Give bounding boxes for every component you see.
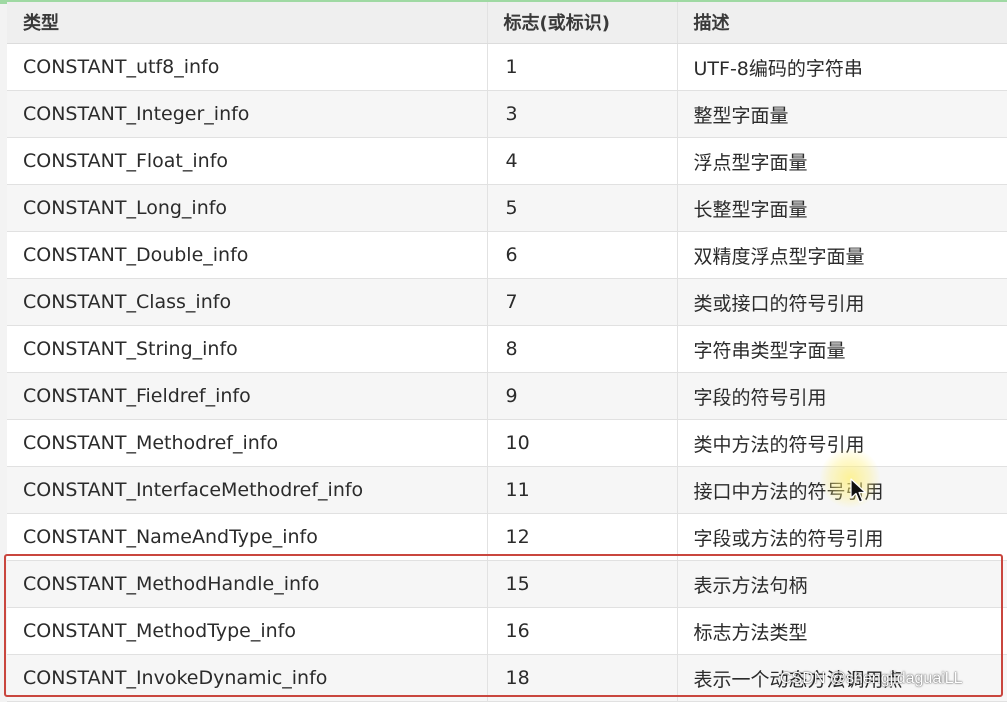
cell-type: CONSTANT_Double_info <box>7 231 488 279</box>
table-row: CONSTANT_Integer_info 3 整型字面量 <box>7 90 1007 138</box>
cell-type: CONSTANT_Long_info <box>7 184 488 232</box>
cell-tag: 10 <box>487 419 678 467</box>
table-row: CONSTANT_Fieldref_info 9 字段的符号引用 <box>7 372 1007 420</box>
table-row: CONSTANT_NameAndType_info 12 字段或方法的符号引用 <box>7 513 1007 561</box>
table-row: CONSTANT_String_info 8 字符串类型字面量 <box>7 325 1007 373</box>
cell-tag: 6 <box>487 231 678 279</box>
cell-tag: 3 <box>487 90 678 138</box>
cell-type: CONSTANT_utf8_info <box>7 43 488 91</box>
table-row: CONSTANT_Float_info 4 浮点型字面量 <box>7 137 1007 185</box>
table-row: CONSTANT_MethodHandle_info 15 表示方法句柄 <box>7 560 1007 608</box>
table-row: CONSTANT_Class_info 7 类或接口的符号引用 <box>7 278 1007 326</box>
cell-description: 长整型字面量 <box>677 184 1007 232</box>
cell-tag: 1 <box>487 43 678 91</box>
header-row: 类型 标志(或标识) 描述 <box>7 2 1007 44</box>
cell-type: CONSTANT_NameAndType_info <box>7 513 488 561</box>
table-row: CONSTANT_MethodType_info 16 标志方法类型 <box>7 607 1007 655</box>
constant-pool-table-container: 类型 标志(或标识) 描述 CONSTANT_utf8_info 1 UTF-8编码… <box>7 2 1007 702</box>
table-body: CONSTANT_utf8_info 1 UTF-8编码的字符串 CONSTANT_I… <box>7 43 1007 702</box>
cell-description: 整型字面量 <box>677 90 1007 138</box>
cell-type: CONSTANT_String_info <box>7 325 488 373</box>
watermark: CSDN @shengjidaguaiLL <box>780 670 963 687</box>
cell-type: CONSTANT_Integer_info <box>7 90 488 138</box>
cell-type: CONSTANT_MethodHandle_info <box>7 560 488 608</box>
cell-description: 标志方法类型 <box>677 607 1007 655</box>
table-row: CONSTANT_Double_info 6 双精度浮点型字面量 <box>7 231 1007 279</box>
cell-type: CONSTANT_InterfaceMethodref_info <box>7 466 488 514</box>
header-description: 描述 <box>677 2 1007 44</box>
cell-type: CONSTANT_InvokeDynamic_info <box>7 654 488 702</box>
cell-tag: 11 <box>487 466 678 514</box>
cell-description: 字段的符号引用 <box>677 372 1007 420</box>
cell-tag: 15 <box>487 560 678 608</box>
cell-description: 表示方法句柄 <box>677 560 1007 608</box>
cell-description: 类或接口的符号引用 <box>677 278 1007 326</box>
cell-type: CONSTANT_Float_info <box>7 137 488 185</box>
cell-type: CONSTANT_Class_info <box>7 278 488 326</box>
cell-tag: 9 <box>487 372 678 420</box>
cell-tag: 5 <box>487 184 678 232</box>
cell-tag: 12 <box>487 513 678 561</box>
cell-tag: 18 <box>487 654 678 702</box>
cell-tag: 8 <box>487 325 678 373</box>
table-header: 类型 标志(或标识) 描述 <box>7 2 1007 44</box>
table-row: CONSTANT_Long_info 5 长整型字面量 <box>7 184 1007 232</box>
header-type: 类型 <box>7 2 488 44</box>
table-row: CONSTANT_utf8_info 1 UTF-8编码的字符串 <box>7 43 1007 91</box>
cell-description: 字符串类型字面量 <box>677 325 1007 373</box>
cell-type: CONSTANT_Fieldref_info <box>7 372 488 420</box>
mouse-pointer-icon <box>850 478 867 503</box>
cell-description: UTF-8编码的字符串 <box>677 43 1007 91</box>
cell-type: CONSTANT_Methodref_info <box>7 419 488 467</box>
cell-type: CONSTANT_MethodType_info <box>7 607 488 655</box>
cell-description: 浮点型字面量 <box>677 137 1007 185</box>
header-tag: 标志(或标识) <box>487 2 678 44</box>
cell-description: 字段或方法的符号引用 <box>677 513 1007 561</box>
cell-description: 双精度浮点型字面量 <box>677 231 1007 279</box>
constant-pool-table: 类型 标志(或标识) 描述 CONSTANT_utf8_info 1 UTF-8编码… <box>7 2 1007 702</box>
cell-tag: 7 <box>487 278 678 326</box>
cell-tag: 16 <box>487 607 678 655</box>
cell-tag: 4 <box>487 137 678 185</box>
